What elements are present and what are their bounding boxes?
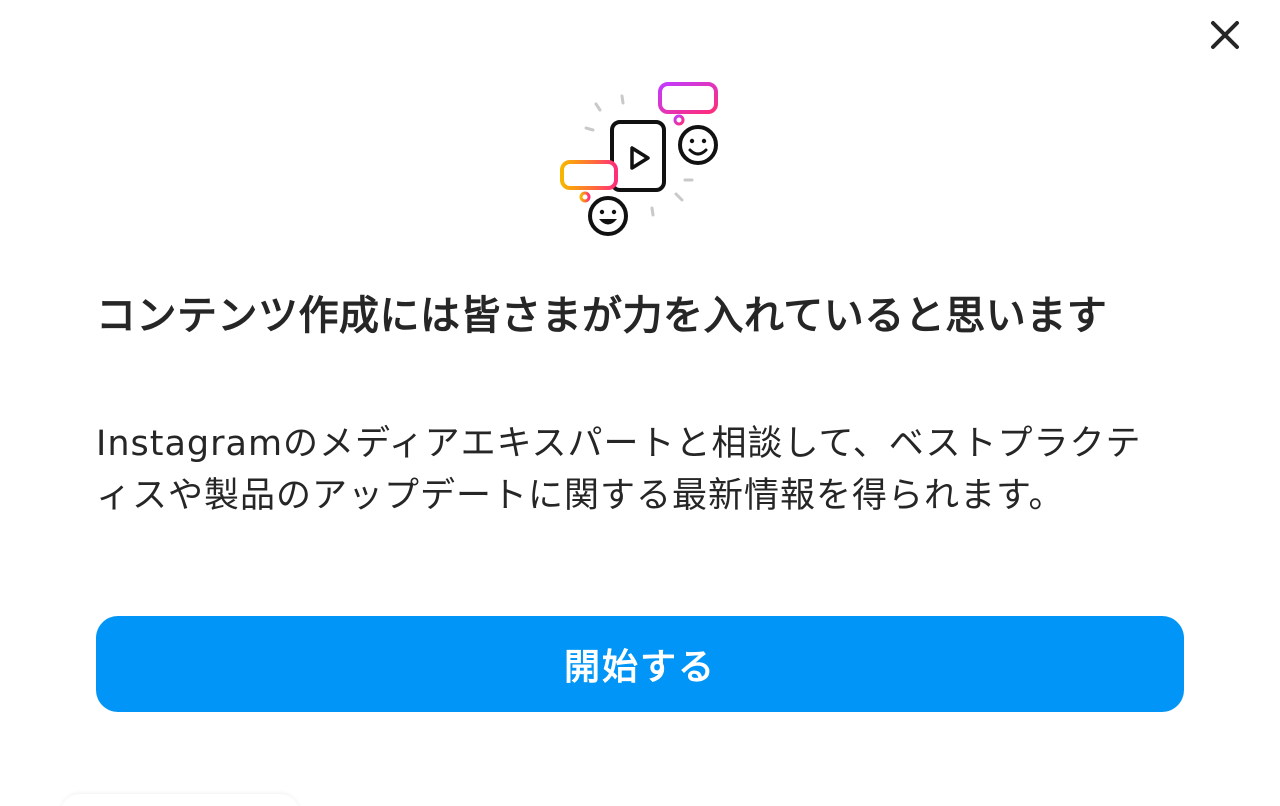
dialog-description: Instagramのメディアエキスパートと相談して、ベストプラクティスや製品のア… bbox=[96, 424, 1142, 516]
background-card-edge bbox=[60, 794, 300, 806]
orange-chat-bubble-icon bbox=[560, 160, 618, 203]
close-button[interactable] bbox=[1203, 16, 1247, 56]
onboarding-dialog: コンテンツ作成には皆さまが力を入れていると思います Instagramのメディア… bbox=[0, 0, 1280, 806]
start-button[interactable]: 開始する bbox=[96, 616, 1184, 712]
video-play-icon bbox=[610, 120, 666, 192]
content-creation-illustration bbox=[552, 76, 728, 244]
close-icon bbox=[1211, 21, 1239, 49]
pink-chat-bubble-icon bbox=[658, 82, 718, 126]
smiley-face-icon bbox=[678, 125, 718, 165]
laughing-face-icon bbox=[588, 196, 628, 236]
dialog-title: コンテンツ作成には皆さまが力を入れていると思います bbox=[96, 293, 1108, 339]
